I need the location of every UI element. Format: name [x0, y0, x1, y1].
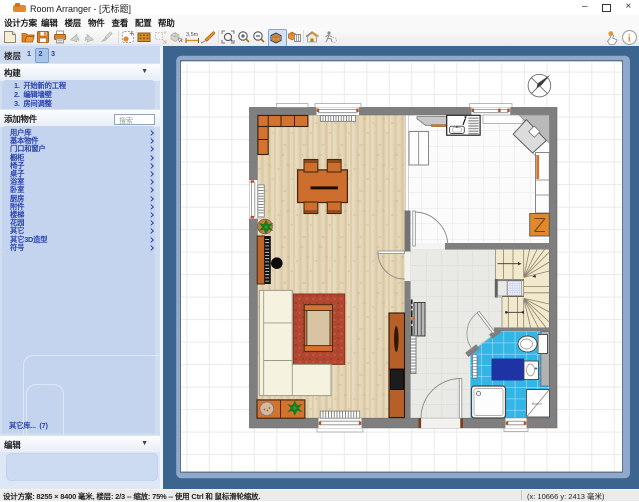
svg-text:Bosch: Bosch: [532, 402, 542, 406]
svg-text:3,5m: 3,5m: [186, 32, 199, 38]
svg-text:i: i: [628, 33, 631, 45]
